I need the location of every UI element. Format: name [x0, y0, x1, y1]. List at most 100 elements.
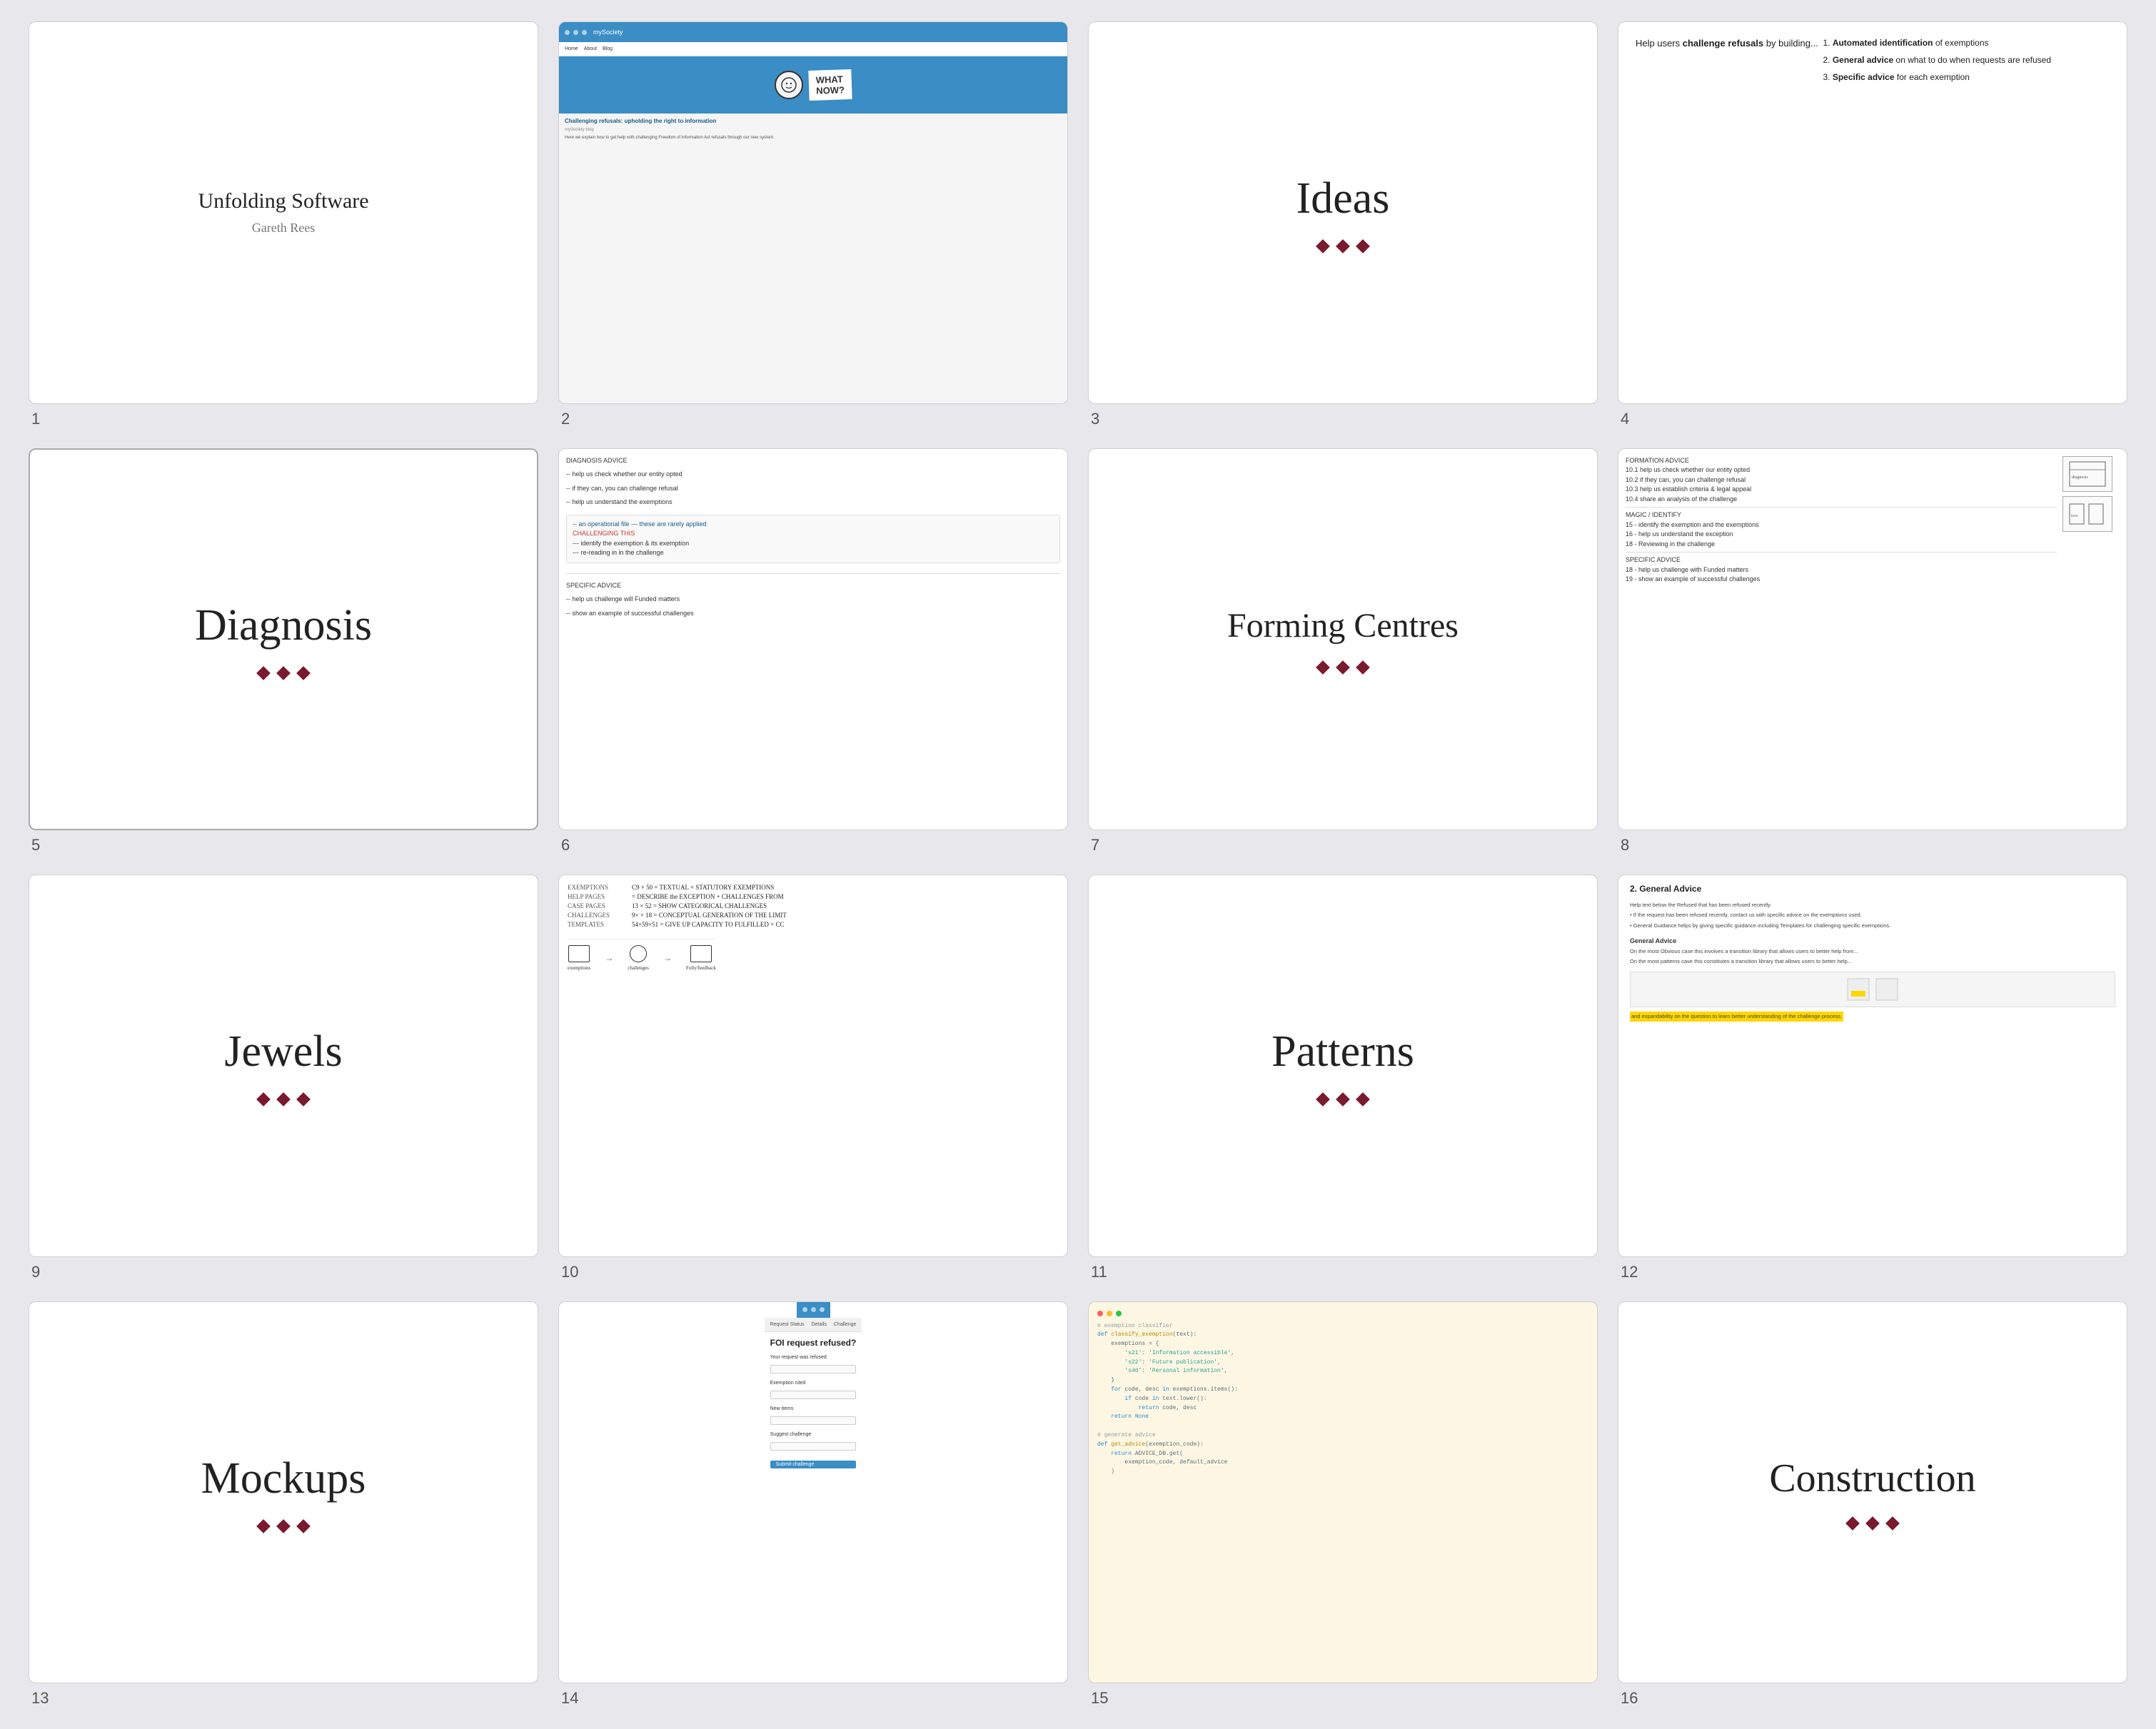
diamond-7-1 [1316, 660, 1330, 675]
slide-1-subtitle: Gareth Rees [252, 221, 315, 236]
note-8-h2: MAGIC / IDENTIFY [1626, 510, 2057, 520]
math-label-5: TEMPLATES [568, 921, 625, 928]
slide-2[interactable]: mySociety Home About Blog [558, 21, 1068, 404]
slide-7-number: 7 [1088, 836, 1598, 855]
note-8-2: 10.2 if they can, you can challenge refu… [1626, 475, 2057, 485]
note-6-5: SPECIFIC ADVICE [566, 581, 1060, 591]
slide-4[interactable]: Help users challenge refusals by buildin… [1618, 21, 2127, 404]
slide-5-number: 5 [29, 836, 538, 855]
code-content: # exemption classifier def classify_exem… [1097, 1322, 1238, 1478]
math-diagram: exemptions → challenges → Folly/feedback [568, 939, 716, 971]
slide-13-number: 13 [29, 1689, 538, 1708]
note-8-9: 19 - show an example of successful chall… [1626, 575, 2057, 585]
circle-shape-2 [630, 945, 647, 962]
slide-13[interactable]: Mockups [29, 1301, 538, 1684]
note-8-1: 10.1 help us check whether our entity op… [1626, 465, 2057, 475]
cell-5: Diagnosis 5 [29, 448, 538, 855]
cell-13: Mockups 13 [29, 1301, 538, 1708]
mockup-input-1[interactable] [770, 1365, 857, 1373]
notes-6-content: DIAGNOSIS ADVICE -- help us check whethe… [566, 456, 1060, 823]
cell-4: Help users challenge refusals by buildin… [1618, 21, 2127, 428]
notes-8-divider [1626, 507, 2057, 508]
mockup-submit-btn[interactable]: Submit challenge [770, 1461, 857, 1468]
slide-16-word: Construction [1769, 1456, 1975, 1501]
slide-4-number: 4 [1618, 410, 2127, 428]
slide-5-word: Diagnosis [195, 600, 372, 651]
diamond-13-2 [276, 1519, 291, 1533]
code-dot-red [1097, 1311, 1103, 1316]
math-val-5: 54×59×51 = GIVE UP CAPACITY TO FULFILLED… [632, 921, 785, 928]
slide-1-number: 1 [29, 410, 538, 428]
diamond-16-2 [1865, 1516, 1880, 1531]
slide-12-number: 12 [1618, 1263, 2127, 1281]
cell-15: # exemption classifier def classify_exem… [1088, 1301, 1598, 1708]
browser-dot-1 [565, 30, 570, 35]
slide-3[interactable]: Ideas [1088, 21, 1598, 404]
note-6-section-1: -- an operational file — these are rarel… [566, 515, 1060, 563]
diamond-13-1 [256, 1519, 271, 1533]
article-text: Here we explain how to get help with cha… [565, 135, 1062, 141]
slide-15[interactable]: # exemption classifier def classify_exem… [1088, 1301, 1598, 1684]
sketch-1-svg: diagnosis [2066, 458, 2109, 490]
slide-15-number: 15 [1088, 1689, 1598, 1708]
math-val-2: = DESCRIBE the EXCEPTION + CHALLENGES FR… [632, 893, 784, 900]
math-line-1: EXEMPTIONS C9 + 50 = TEXTUAL + STATUTORY… [568, 884, 787, 891]
slide-16[interactable]: Construction [1618, 1301, 2127, 1684]
slide-1[interactable]: Unfolding Software Gareth Rees [29, 21, 538, 404]
web-slide-inner: mySociety Home About Blog [559, 22, 1067, 403]
web-nav-home: Home [565, 46, 578, 51]
slide-8[interactable]: FORMATION ADVICE 10.1 help us check whet… [1618, 448, 2127, 831]
browser-dot-3 [582, 30, 587, 35]
mockup-input-2[interactable] [770, 1391, 857, 1399]
slide-11[interactable]: Patterns [1088, 874, 1598, 1257]
slide-4-intro: Help users challenge refusals by buildin… [1636, 36, 1818, 51]
slide-10-number: 10 [558, 1263, 1068, 1281]
slide-10[interactable]: EXEMPTIONS C9 + 50 = TEXTUAL + STATUTORY… [558, 874, 1068, 1257]
math-lines: EXEMPTIONS C9 + 50 = TEXTUAL + STATUTORY… [568, 884, 787, 930]
diamond-16-3 [1885, 1516, 1900, 1531]
cell-9: Jewels 9 [29, 874, 538, 1281]
note-8-h3: SPECIFIC ADVICE [1626, 555, 2057, 565]
mockup-input-3[interactable] [770, 1416, 857, 1425]
note-8-3: 10.3 help us establish criteria & legal … [1626, 485, 2057, 495]
note-6-4: -- help us understand the exemptions [566, 498, 1060, 508]
slide-5-diamonds [258, 668, 308, 678]
diamond-11-1 [1316, 1092, 1330, 1107]
slide-6-number: 6 [558, 836, 1068, 855]
notes-8-divider2 [1626, 552, 2057, 553]
doc-text-3: • General Guidance helps by giving speci… [1630, 922, 1890, 929]
diamond-9-1 [256, 1092, 271, 1107]
slide-14[interactable]: Request Status Details Challenge FOI req… [558, 1301, 1068, 1684]
cell-7: Forming Centres 7 [1088, 448, 1598, 855]
notes-8-left: FORMATION ADVICE 10.1 help us check whet… [1626, 456, 2057, 823]
web-article: Challenging refusals: upholding the righ… [559, 114, 1067, 403]
mockup-label-2: Exemption cited [770, 1381, 857, 1386]
slide-13-word: Mockups [201, 1453, 366, 1504]
slide-3-diamonds [1318, 241, 1368, 251]
code-dot-yellow [1107, 1311, 1112, 1316]
doc-text-4: On the most Obvious case this involves a… [1630, 947, 1858, 955]
mockup-input-4[interactable] [770, 1442, 857, 1451]
slide-16-number: 16 [1618, 1689, 2127, 1708]
slide-11-word: Patterns [1271, 1027, 1414, 1077]
note-8-6: 16 - help us understand the exception [1626, 530, 2057, 540]
diamond-13-3 [296, 1519, 311, 1533]
slide-7[interactable]: Forming Centres [1088, 448, 1598, 831]
slide-9[interactable]: Jewels [29, 874, 538, 1257]
slide-grid: Unfolding Software Gareth Rees 1 mySocie… [29, 21, 2127, 1708]
mockup-body: FOI request refused? Your request was re… [762, 1332, 865, 1683]
math-line-3: CASE PAGES 13 × 52 = SHOW CATEGORICAL CH… [568, 902, 787, 909]
doc-text-1: Help text below the Refused that has bee… [1630, 901, 1771, 909]
slide-6[interactable]: DIAGNOSIS ADVICE -- help us check whethe… [558, 448, 1068, 831]
arrow-2: → [663, 945, 672, 971]
web-nav: Home About Blog [559, 42, 1067, 56]
browser-dot-2 [573, 30, 578, 35]
note-8-4: 10.4 share an analysis of the challenge [1626, 495, 2057, 505]
slide-9-word: Jewels [224, 1027, 342, 1077]
shape-label-1: exemptions [568, 965, 590, 971]
slide-5[interactable]: Diagnosis [29, 448, 538, 831]
math-label-2: HELP PAGES [568, 893, 625, 900]
slide-11-number: 11 [1088, 1263, 1598, 1281]
face-icon [780, 76, 797, 94]
slide-12[interactable]: 2. General Advice Help text below the Re… [1618, 874, 2127, 1257]
